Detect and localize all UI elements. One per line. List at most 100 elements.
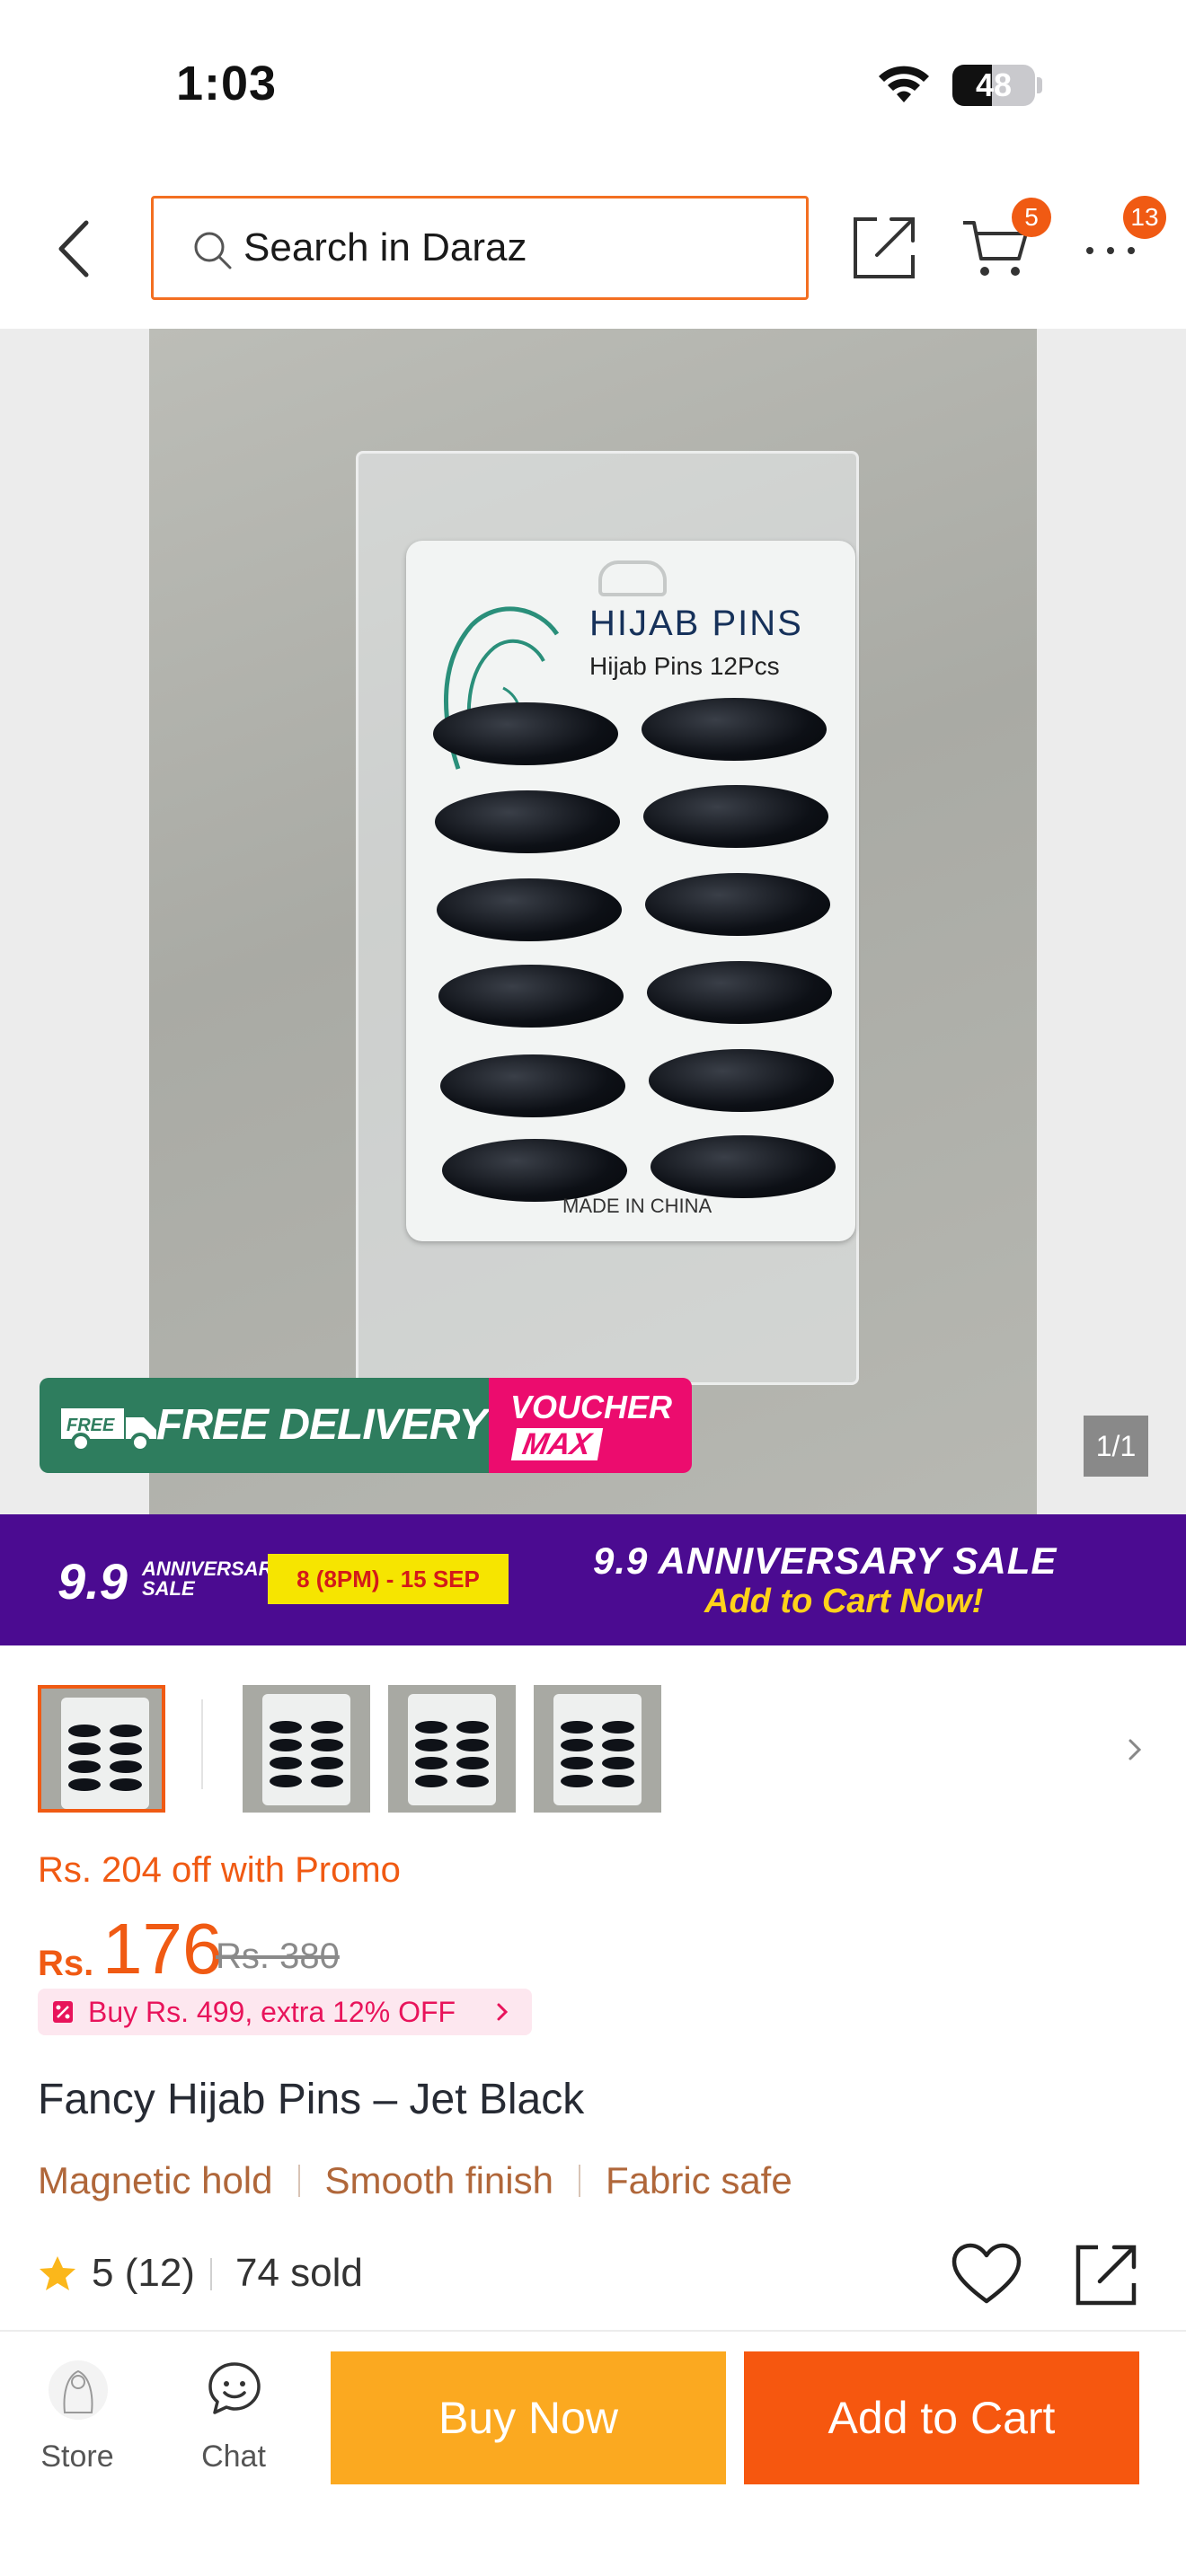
- thumb-pin: [110, 1760, 142, 1773]
- sale-title: 9.9 ANNIVERSARY SALE: [593, 1539, 1058, 1582]
- thumb-pin: [602, 1757, 634, 1769]
- thumb-pin: [270, 1775, 302, 1787]
- feature-tag: Magnetic hold: [38, 2159, 273, 2201]
- battery-level: 48: [975, 66, 1013, 103]
- thumbnail-3[interactable]: [388, 1685, 516, 1813]
- share-icon[interactable]: [1073, 2242, 1139, 2308]
- thumb-pin: [311, 1721, 343, 1734]
- thumbnail-card: [262, 1694, 350, 1805]
- more-options-icon[interactable]: [1084, 244, 1137, 257]
- product-title: Fancy Hijab Pins – Jet Black: [38, 2076, 585, 2123]
- product-photo[interactable]: HIJAB PINS Hijab Pins 12Pcs MADE IN CHIN…: [149, 329, 1037, 1514]
- thumbnail-card: [61, 1698, 149, 1809]
- pin: [438, 965, 624, 1028]
- pin: [435, 790, 620, 853]
- thumb-pin: [602, 1739, 634, 1751]
- pin: [643, 785, 828, 848]
- chat-icon: [208, 2362, 261, 2414]
- pin: [433, 702, 618, 765]
- thumb-pin: [110, 1725, 142, 1737]
- thumbnail-divider: [201, 1699, 203, 1789]
- top-nav: Search in Daraz 5 13: [0, 171, 1186, 329]
- sale-cta: Add to Cart Now!: [704, 1583, 984, 1620]
- thumb-pin: [456, 1721, 489, 1734]
- sale-logo-number: 9.9: [58, 1553, 128, 1610]
- thumbnail-4[interactable]: [534, 1685, 661, 1813]
- packaging-subtitle: Hijab Pins 12Pcs: [589, 652, 780, 680]
- promo-discount-text[interactable]: Rs. 204 off with Promo: [38, 1850, 401, 1891]
- price-currency: Rs.: [38, 1944, 94, 1983]
- thumb-pin: [68, 1725, 101, 1737]
- feature-divider: [578, 2165, 580, 2197]
- thumb-pin: [110, 1778, 142, 1791]
- card-hang-hole: [598, 560, 667, 596]
- product-image-gallery[interactable]: HIJAB PINS Hijab Pins 12Pcs MADE IN CHIN…: [0, 329, 1186, 1514]
- thumb-pin: [415, 1775, 447, 1787]
- thumb-pin: [561, 1775, 593, 1787]
- sale-banner[interactable]: 9.9 ANNIVERSARY SALE 8 (8PM) - 15 SEP 9.…: [0, 1514, 1186, 1645]
- search-placeholder: Search in Daraz: [243, 225, 527, 269]
- star-icon: [40, 2256, 75, 2290]
- thumbnail-card: [408, 1694, 496, 1805]
- back-arrow-icon[interactable]: [52, 217, 97, 280]
- bottom-action-bar: Store Chat Buy Now Add to Cart: [0, 2330, 1186, 2576]
- bundle-offer-text: Buy Rs. 499, extra 12% OFF: [88, 1996, 456, 2028]
- pin: [437, 878, 622, 941]
- rating-score[interactable]: 5 (12): [92, 2242, 195, 2305]
- voucher-max-label: MAX: [510, 1427, 603, 1461]
- thumb-pin: [602, 1721, 634, 1734]
- thumb-pin: [561, 1757, 593, 1769]
- chevron-right-icon: [497, 2003, 509, 2021]
- store-button[interactable]: Store: [25, 2353, 129, 2488]
- chat-button[interactable]: Chat: [180, 2353, 288, 2488]
- cart-count-badge: 5: [1012, 198, 1051, 237]
- rating-divider: [210, 2258, 212, 2290]
- store-label: Store: [40, 2439, 114, 2474]
- truck-free-text: FREE: [66, 1416, 115, 1435]
- thumb-pin: [270, 1721, 302, 1734]
- thumb-pin: [311, 1739, 343, 1751]
- pin: [642, 698, 827, 761]
- store-avatar-icon: [49, 2360, 108, 2420]
- wishlist-heart-icon[interactable]: [951, 2242, 1022, 2307]
- thumb-pin: [415, 1757, 447, 1769]
- thumb-pin: [602, 1775, 634, 1787]
- thumb-pin: [311, 1775, 343, 1787]
- voucher-max-section: VOUCHER MAX: [489, 1378, 692, 1473]
- thumb-pin: [456, 1775, 489, 1787]
- bundle-offer-chip[interactable]: Buy Rs. 499, extra 12% OFF: [38, 1989, 532, 2035]
- thumb-pin: [311, 1757, 343, 1769]
- feature-tag: Smooth finish: [324, 2159, 553, 2201]
- buy-now-button[interactable]: Buy Now: [331, 2351, 726, 2484]
- thumb-pin: [415, 1739, 447, 1751]
- packaging-card: HIJAB PINS Hijab Pins 12Pcs MADE IN CHIN…: [406, 541, 855, 1241]
- free-delivery-label: FREE DELIVERY: [156, 1401, 488, 1449]
- thumbnail-card: [553, 1694, 642, 1805]
- chevron-right-icon[interactable]: [1121, 1732, 1148, 1768]
- thumb-pin: [270, 1757, 302, 1769]
- status-bar: 1:03 48: [0, 0, 1186, 171]
- feature-tag: Fabric safe: [605, 2159, 792, 2201]
- pin: [442, 1139, 627, 1202]
- feature-divider: [297, 2165, 300, 2197]
- voucher-label: VOUCHER: [510, 1389, 673, 1425]
- battery-icon: 48: [952, 65, 1035, 106]
- packaging-footer: MADE IN CHINA: [562, 1195, 712, 1217]
- thumbnail-strip: [0, 1645, 1186, 1822]
- sold-count: 74 sold: [235, 2251, 363, 2295]
- search-input[interactable]: Search in Daraz: [151, 196, 809, 300]
- thumbnail-2[interactable]: [243, 1685, 370, 1813]
- pin: [440, 1054, 625, 1117]
- price-value: 176: [102, 1909, 223, 1989]
- thumb-pin: [68, 1778, 101, 1791]
- thumb-pin: [270, 1739, 302, 1751]
- sale-logo-text: ANNIVERSARY SALE: [142, 1557, 286, 1600]
- thumb-pin: [456, 1757, 489, 1769]
- wifi-icon: [879, 66, 929, 102]
- thumb-pin: [561, 1739, 593, 1751]
- add-to-cart-button[interactable]: Add to Cart: [744, 2351, 1139, 2484]
- thumb-pin: [68, 1760, 101, 1773]
- thumbnail-1[interactable]: [38, 1685, 165, 1813]
- share-icon[interactable]: [850, 214, 918, 282]
- chat-label: Chat: [201, 2439, 266, 2474]
